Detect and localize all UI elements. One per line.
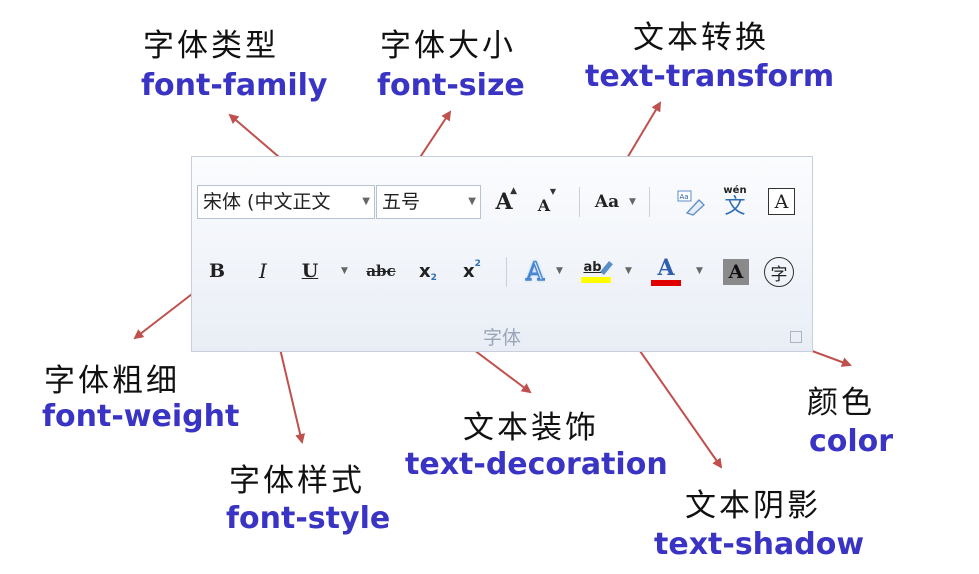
enclose-characters-button[interactable]: 字 [764, 257, 794, 287]
grow-font-button[interactable]: A ▲ [488, 185, 520, 219]
font-color-icon: A [657, 255, 675, 281]
font-color-dropdown-arrow[interactable]: ▼ [696, 266, 703, 276]
character-border-button[interactable]: A [768, 188, 795, 215]
change-case-dropdown-arrow[interactable]: ▼ [629, 197, 636, 207]
dialog-launcher-icon[interactable] [790, 331, 802, 343]
strikethrough-button[interactable]: abc [362, 255, 400, 287]
label-color-en: color [809, 424, 894, 459]
text-effects-button[interactable]: A [518, 255, 552, 287]
change-case-button[interactable]: Aa [589, 185, 625, 219]
bold-icon: B [208, 260, 226, 282]
label-font-weight-zh: 字体粗细 [44, 363, 180, 399]
svg-text:Aa: Aa [680, 193, 689, 201]
change-case-icon: Aa [594, 192, 620, 212]
highlight-dropdown-arrow[interactable]: ▼ [625, 266, 632, 276]
label-text-shadow-zh: 文本阴影 [685, 488, 821, 524]
ribbon-font-group: 宋体 (中文正文 ▼ 五号 ▼ A ▲ A ▼ Aa ▼ Aa wén 文 A … [191, 156, 813, 352]
label-text-shadow-en: text-shadow [654, 527, 865, 562]
text-effects-icon: A [525, 256, 545, 286]
label-text-decoration-zh: 文本装饰 [463, 410, 599, 446]
superscript-icon: x [463, 260, 475, 282]
font-size-combobox[interactable]: 五号 ▼ [376, 185, 481, 219]
character-shading-button[interactable]: A [723, 259, 749, 285]
ribbon-separator [649, 187, 650, 217]
ribbon-group-label: 字体 [482, 327, 521, 349]
shrink-font-button[interactable]: A ▼ [528, 185, 560, 219]
label-text-transform-en: text-transform [585, 59, 835, 94]
label-font-weight-en: font-weight [42, 399, 240, 434]
font-name-dropdown-arrow[interactable]: ▼ [362, 186, 370, 218]
superscript-button[interactable]: x 2 [456, 255, 488, 287]
font-size-value: 五号 [382, 191, 421, 213]
highlight-button[interactable]: ab [578, 253, 614, 289]
clear-formatting-button[interactable]: Aa [673, 185, 707, 219]
ribbon-separator [506, 257, 507, 287]
phonetic-guide-icon: 文 [724, 193, 746, 218]
underline-icon: U [301, 260, 319, 282]
font-size-dropdown-arrow[interactable]: ▼ [468, 186, 476, 218]
highlight-color-bar [581, 276, 611, 283]
italic-icon: I [259, 259, 267, 283]
shrink-font-icon: A [537, 195, 551, 215]
label-font-family-zh: 字体类型 [143, 28, 279, 64]
text-effects-dropdown-arrow[interactable]: ▼ [556, 266, 563, 276]
strikethrough-icon: abc [366, 262, 396, 280]
font-color-bar [651, 280, 681, 286]
label-font-style-zh: 字体样式 [229, 463, 365, 499]
bold-button[interactable]: B [204, 255, 230, 287]
eraser-icon: Aa [677, 190, 705, 216]
subscript-icon: x [419, 260, 431, 282]
subscript-button[interactable]: x 2 [412, 255, 444, 287]
character-shading-icon: A [728, 261, 744, 283]
underline-button[interactable]: U [296, 255, 324, 287]
character-border-icon: A [774, 190, 789, 213]
font-name-combobox[interactable]: 宋体 (中文正文 ▼ [197, 185, 375, 219]
italic-button[interactable]: I [250, 255, 276, 287]
label-color-zh: 颜色 [807, 385, 875, 421]
label-font-family-en: font-family [141, 68, 328, 103]
underline-dropdown-arrow[interactable]: ▼ [341, 266, 348, 276]
font-color-button[interactable]: A [648, 253, 684, 289]
ribbon-separator [579, 187, 580, 217]
highlighter-pen-icon: ab [583, 260, 613, 275]
label-text-decoration-en: text-decoration [405, 447, 668, 482]
font-name-value: 宋体 (中文正文 [203, 191, 331, 213]
enclose-characters-icon: 字 [770, 264, 788, 285]
label-font-style-en: font-style [226, 501, 391, 536]
label-font-size-zh: 字体大小 [380, 28, 516, 64]
label-text-transform-zh: 文本转换 [633, 20, 769, 56]
phonetic-guide-button[interactable]: wén 文 [718, 181, 752, 221]
label-font-size-en: font-size [377, 68, 525, 103]
